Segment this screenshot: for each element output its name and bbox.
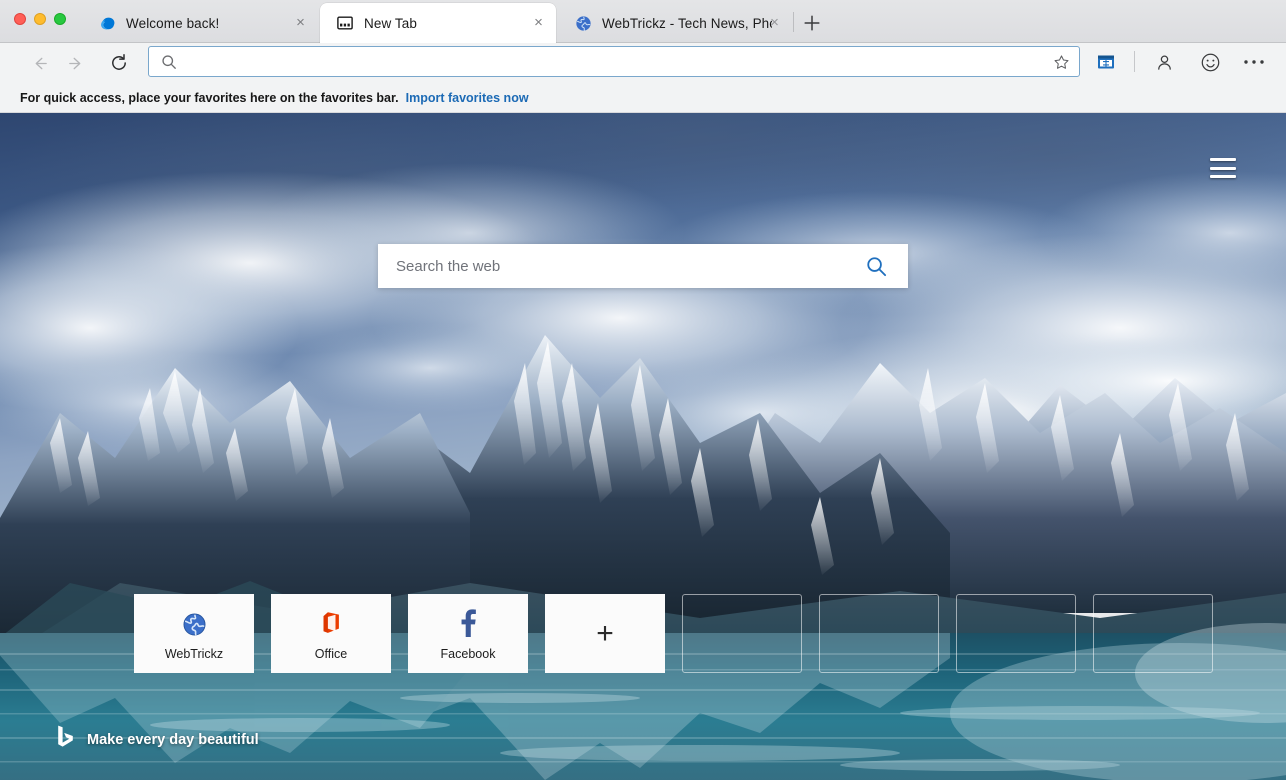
tab-title: WebTrickz - Tech News, Phone [602, 15, 772, 31]
tab-new-tab[interactable]: New Tab × [320, 3, 556, 43]
web-search-box[interactable] [378, 244, 908, 288]
search-icon[interactable] [865, 255, 908, 278]
tile-empty-slot[interactable] [819, 594, 939, 673]
reload-button[interactable] [104, 49, 134, 77]
new-tab-button[interactable] [800, 11, 824, 35]
toolbar-divider [1134, 51, 1135, 72]
facebook-icon [458, 607, 478, 637]
back-button[interactable] [24, 49, 54, 77]
tab-title: Welcome back! [126, 15, 220, 31]
tile-label: WebTrickz [164, 646, 224, 661]
new-tab-page: WebTrickz Office Faceb [0, 113, 1286, 780]
hamburger-icon[interactable] [1210, 158, 1236, 178]
bing-tagline: Make every day beautiful [87, 731, 259, 748]
tile-facebook[interactable]: Facebook [408, 594, 528, 673]
hub-icon[interactable] [1092, 48, 1120, 76]
arrow-right-icon [68, 57, 80, 69]
top-sites-tiles: WebTrickz Office Facebook + [134, 594, 1213, 673]
web-search-input[interactable] [378, 257, 865, 275]
zoom-window-button[interactable] [54, 13, 66, 25]
window-traffic-lights [14, 13, 66, 25]
tile-label: Facebook [440, 646, 496, 661]
globe-icon [182, 607, 207, 637]
ellipsis-icon[interactable] [1240, 48, 1268, 76]
tile-empty-slot[interactable] [956, 594, 1076, 673]
search-icon [161, 54, 177, 70]
hamburger-bar [1210, 158, 1236, 161]
refresh-icon [112, 54, 126, 70]
bing-branding[interactable]: Make every day beautiful [57, 725, 259, 754]
minimize-window-button[interactable] [34, 13, 46, 25]
bing-logo-icon [57, 725, 74, 754]
favorites-hint: For quick access, place your favorites h… [20, 90, 399, 105]
close-window-button[interactable] [14, 13, 26, 25]
tab-divider [793, 12, 794, 32]
tile-add-site[interactable]: + [545, 594, 665, 673]
background-image [0, 113, 1286, 780]
close-icon[interactable]: × [767, 15, 782, 31]
star-icon[interactable] [1051, 52, 1071, 72]
smiley-icon[interactable] [1196, 48, 1224, 76]
address-bar[interactable] [148, 46, 1080, 77]
person-icon[interactable] [1150, 48, 1178, 76]
plus-icon: + [596, 616, 614, 650]
arrow-left-icon [35, 57, 47, 69]
tab-title: New Tab [364, 15, 417, 31]
tab-webtrickz[interactable]: WebTrickz - Tech News, Phone × [558, 3, 794, 43]
tile-label: Office [314, 646, 348, 661]
forward-button[interactable] [61, 49, 91, 77]
tile-webtrickz[interactable]: WebTrickz [134, 594, 254, 673]
close-icon[interactable]: × [293, 15, 308, 31]
favorites-bar: For quick access, place your favorites h… [0, 83, 1286, 113]
tile-empty-slot[interactable] [682, 594, 802, 673]
import-favorites-link[interactable]: Import favorites now [406, 91, 529, 105]
hamburger-bar [1210, 166, 1236, 170]
browser-window: Welcome back! × New Tab × WebTrickz - Te… [0, 0, 1286, 780]
tab-welcome-back[interactable]: Welcome back! × [82, 3, 318, 43]
address-input[interactable] [177, 54, 1079, 69]
tile-empty-slot[interactable] [1093, 594, 1213, 673]
globe-icon [574, 14, 592, 32]
tile-office[interactable]: Office [271, 594, 391, 673]
hamburger-bar [1210, 175, 1236, 178]
office-icon [320, 607, 343, 637]
newtab-icon [336, 14, 354, 32]
close-icon[interactable]: × [531, 15, 546, 31]
tab-strip: Welcome back! × New Tab × WebTrickz - Te… [0, 0, 1286, 43]
edge-logo-icon [98, 14, 116, 32]
